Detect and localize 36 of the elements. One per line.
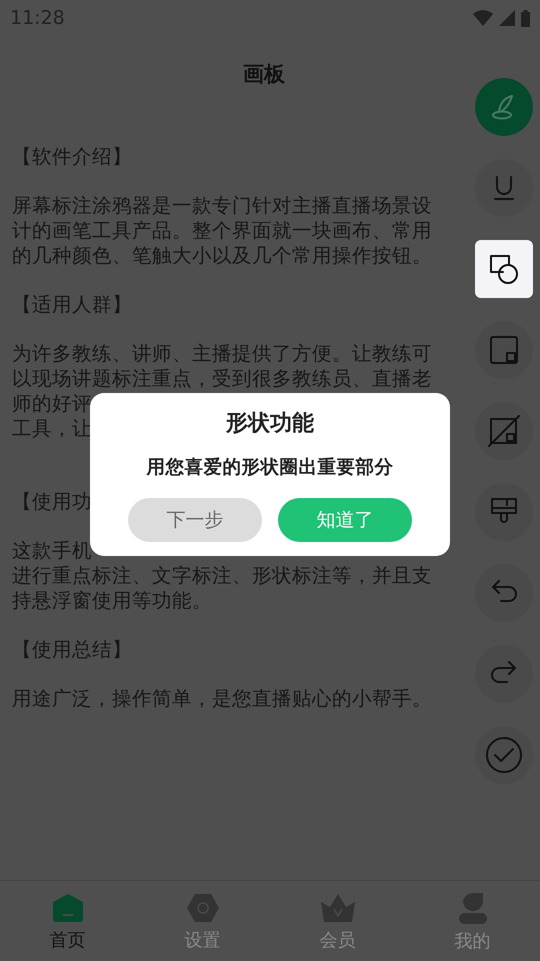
paragraph-line: 工具，让 — [12, 416, 92, 441]
tool-button[interactable] — [475, 240, 533, 298]
paragraph-line: 师的好评 — [12, 391, 92, 416]
section-heading: 【使用总结】 — [12, 637, 132, 662]
crossed-square-icon — [488, 415, 520, 447]
nav-tab[interactable]: 会员 — [270, 888, 405, 954]
battery-icon — [521, 10, 530, 26]
dialog-message: 用您喜爱的形状圈出重要部分 — [146, 456, 394, 480]
square-icon — [489, 335, 519, 365]
nav-tab[interactable]: 我的 — [405, 888, 540, 954]
paragraph-line: 为许多教练、讲师、主播提供了方便。让教练可 — [12, 341, 432, 366]
paragraph-line: 用途广泛，操作简单，是您直播贴心的小帮手。 — [12, 686, 432, 711]
square-circle-icon — [487, 252, 521, 286]
person-icon — [456, 892, 488, 924]
paragraph-line: 屏幕标注涂鸦器是一款专门针对主播直播场景设 — [12, 193, 432, 218]
section-heading: 【软件介绍】 — [12, 144, 132, 169]
next-button[interactable]: 下一步 — [128, 498, 262, 542]
paragraph-line: 持悬浮窗使用等功能。 — [12, 588, 212, 613]
nav-tab[interactable]: 首页 — [0, 888, 135, 954]
page-title: 画板 — [243, 61, 285, 88]
paragraph-line: 以现场讲题标注重点，受到很多教练员、直播老 — [12, 366, 432, 391]
paragraph-line: 计的画笔工具产品。整个界面就一块画布、常用 — [12, 218, 432, 243]
hexagon-icon — [186, 892, 220, 922]
section-heading: 【适用人群】 — [12, 292, 132, 317]
wifi-icon — [473, 10, 493, 26]
check-circle-icon — [485, 736, 523, 774]
nav-tab[interactable]: 设置 — [135, 888, 270, 954]
signal-icon — [499, 10, 515, 26]
confirm-button[interactable]: 知道了 — [278, 498, 412, 542]
dialog-title: 形状功能 — [226, 410, 314, 438]
paragraph-line: 的几种颜色、笔触大小以及几个常用操作按钮。 — [12, 243, 432, 268]
section-heading: 【使用功 — [12, 489, 92, 514]
paragraph-line: 这款手机 — [12, 538, 92, 563]
house-icon — [52, 892, 84, 922]
paragraph-line: 进行重点标注、文字标注、形状标注等，并且支 — [12, 563, 432, 588]
crown-icon — [320, 892, 356, 922]
